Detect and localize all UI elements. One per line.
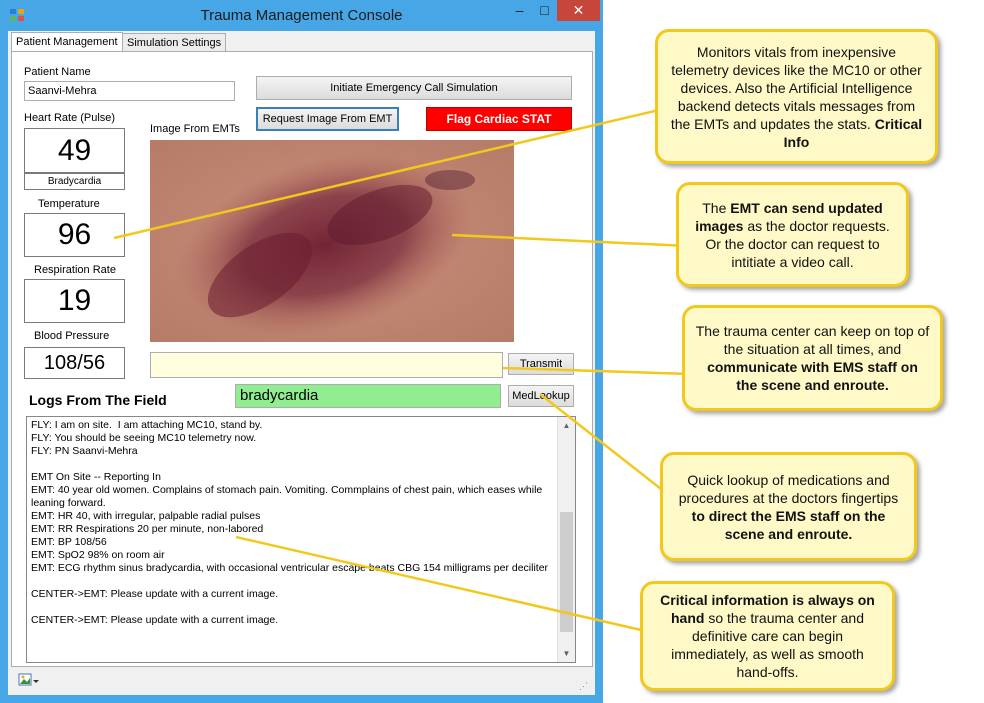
callout-communicate-text: The trauma center can keep on top of the… [695,323,930,357]
connector-critical [235,535,651,634]
callout-lookup-text: Quick lookup of medications and procedur… [678,471,899,506]
callout-lookup-bold: to direct the EMS staff on the scene and… [691,507,886,542]
connector-communicate [502,366,691,376]
callout-communicate-bold: communicate with EMS staff on the scene … [707,359,918,393]
callout-vitals: Monitors vitals from inexpensive telemet… [655,29,938,164]
callout-images-pre: The [702,199,731,216]
connector-images [451,233,689,248]
callout-critical: Critical information is always on hand s… [640,581,895,691]
callout-lookup: Quick lookup of medications and procedur… [660,452,917,561]
callout-images: The EMT can send updated images as the d… [676,182,909,287]
connector-lookup [539,393,676,501]
callout-communicate: The trauma center can keep on top of the… [682,305,943,411]
connector-vitals [113,104,677,240]
